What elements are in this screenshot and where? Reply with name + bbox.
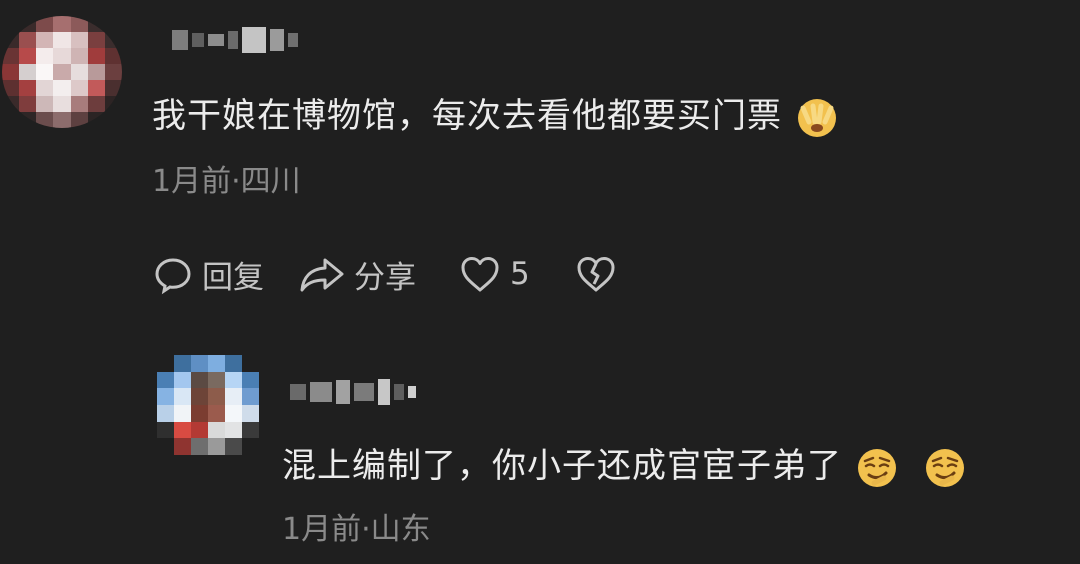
share-icon [300,258,344,292]
dislike-button[interactable] [574,254,618,294]
reply-text: 混上编制了，你小子还成官宦子弟了 [282,444,968,491]
smirking-face-emoji [922,445,968,491]
share-label: 分享 [354,259,416,296]
smirking-face-emoji [854,445,900,491]
avatar[interactable] [2,16,122,128]
avatar[interactable] [157,355,259,455]
comment-text: 我干娘在博物馆，每次去看他都要买门票 [152,94,840,141]
share-button[interactable]: 分享 [298,252,416,297]
comment-actions: 回复 分享 5 [152,252,618,296]
comment-thread: 我干娘在博物馆，每次去看他都要买门票 1月前·四川 回复 分享 5 混上编制了，… [0,0,1080,564]
reply-meta: 1月前·山东 [282,512,431,547]
like-count: 5 [510,256,530,292]
comment-body: 我干娘在博物馆，每次去看他都要买门票 [152,96,782,136]
reply-label: 回复 [202,259,264,296]
broken-heart-icon [577,257,615,292]
reply-body: 混上编制了，你小子还成官宦子弟了 [282,446,842,486]
reply-button[interactable]: 回复 [152,252,264,297]
comment-icon [155,258,191,295]
like-button[interactable]: 5 [458,254,530,294]
covering-face-emoji [794,95,840,141]
username[interactable] [290,370,416,414]
comment-meta: 1月前·四川 [152,164,301,199]
heart-icon [461,257,499,292]
username[interactable] [172,20,298,60]
